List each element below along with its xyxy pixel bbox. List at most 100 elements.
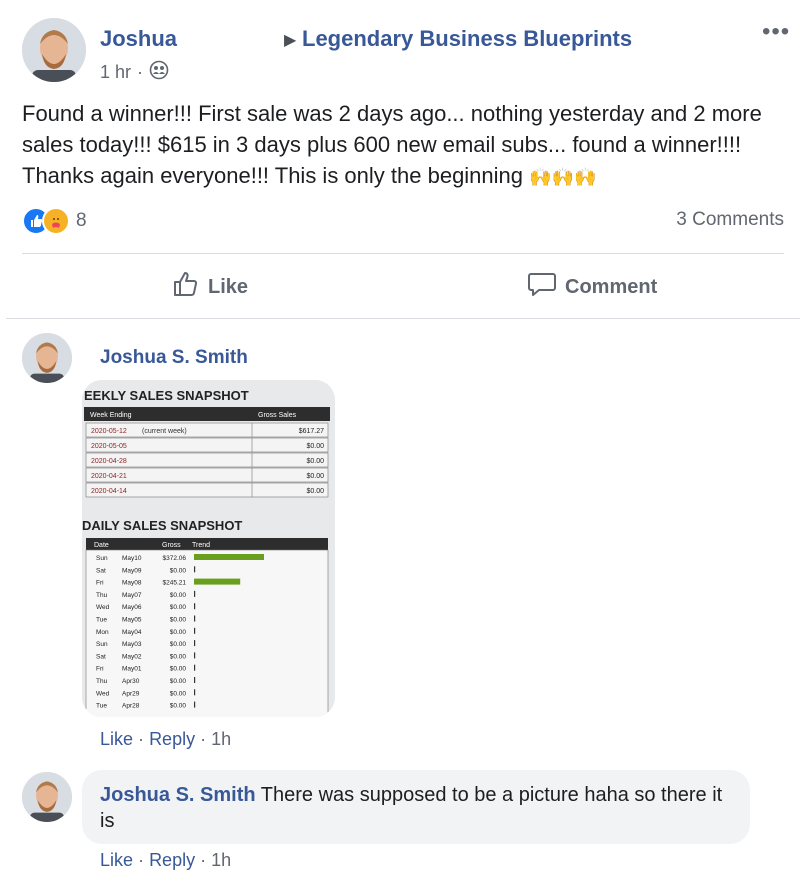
weekly-value: $617.27 [299, 428, 324, 435]
comment-time[interactable]: 1h [211, 729, 231, 749]
weekly-value: $0.00 [306, 443, 324, 450]
like-button[interactable]: Like [172, 270, 248, 304]
daily-trend-bar [194, 652, 196, 659]
daily-date: Apr30 [122, 678, 140, 685]
daily-gross: $372.06 [163, 555, 187, 562]
comment-actions-1: Like · Reply · 1h [100, 729, 231, 750]
comment-actions-2: Like · Reply · 1h [100, 850, 231, 871]
post-meta: 1 hr · [100, 60, 169, 85]
group-audience-icon [149, 60, 169, 85]
comment-reply-link[interactable]: Reply [149, 729, 195, 749]
daily-date: May09 [122, 567, 142, 574]
comment-action-separator: · [138, 729, 145, 749]
daily-date: May01 [122, 666, 142, 673]
more-options-icon[interactable]: ••• [762, 18, 790, 46]
daily-trend-bar [194, 554, 264, 560]
reaction-count: 8 [76, 210, 87, 231]
weekly-date: 2020-04-14 [91, 488, 127, 495]
daily-trend-bar [194, 603, 196, 610]
daily-gross: $0.00 [170, 703, 187, 710]
comment-like-link[interactable]: Like [100, 850, 133, 870]
comment-action-separator: · [138, 850, 145, 870]
weekly-value: $0.00 [306, 473, 324, 480]
author-avatar[interactable] [22, 18, 86, 82]
divider-top [22, 253, 784, 254]
comment-time[interactable]: 1h [211, 850, 231, 870]
daily-trend-bar [194, 590, 196, 597]
daily-gross: $0.00 [170, 592, 187, 599]
weekly-date: 2020-04-21 [91, 473, 127, 480]
post-text: Found a winner!!! First sale was 2 days … [22, 98, 792, 193]
weekly-date: 2020-05-12 [91, 428, 127, 435]
daily-day: Fri [96, 580, 104, 587]
daily-gross: $245.21 [163, 580, 187, 587]
daily-title: DAILY SALES SNAPSHOT [82, 518, 242, 533]
daily-date: May10 [122, 555, 142, 562]
weekly-note: (current week) [142, 428, 187, 435]
daily-trend-bar [194, 566, 196, 573]
comment-button[interactable]: Comment [527, 270, 657, 304]
post-author[interactable]: Joshua [100, 26, 177, 52]
thumbs-up-icon [172, 270, 200, 304]
comment-label: Comment [565, 275, 658, 298]
comment-author[interactable]: Joshua S. Smith [100, 784, 256, 806]
daily-day: Sat [96, 567, 106, 574]
comment-bubble: Joshua S. Smith There was supposed to be… [82, 770, 750, 844]
daily-trend-bar [194, 664, 196, 671]
comment-action-separator: · [200, 850, 207, 870]
reaction-summary[interactable]: 8 [22, 207, 87, 235]
daily-trend-bar [194, 677, 196, 683]
daily-day: Fri [96, 666, 104, 673]
daily-date: Apr29 [122, 690, 140, 697]
comment-action-separator: · [200, 729, 207, 749]
commenter-avatar[interactable] [22, 333, 72, 383]
daily-day: Wed [96, 690, 110, 697]
daily-header-date: Date [94, 542, 109, 549]
daily-trend-bar [194, 701, 196, 708]
daily-date: May05 [122, 617, 142, 624]
daily-date: May04 [122, 629, 142, 636]
commenter-avatar[interactable] [22, 772, 72, 822]
comments-count[interactable]: 3 Comments [676, 209, 784, 231]
comment-author[interactable]: Joshua S. Smith [100, 347, 248, 369]
daily-gross: $0.00 [170, 617, 187, 624]
daily-day: Sat [96, 653, 106, 660]
comment-bubble-icon [527, 270, 557, 304]
group-arrow-icon: ▶ [284, 32, 297, 49]
weekly-value: $0.00 [306, 458, 324, 465]
daily-day: Thu [96, 592, 108, 599]
daily-header-gross: Gross [162, 542, 181, 549]
daily-trend-bar [194, 640, 196, 647]
raised-hands-emoji: 🙌🙌🙌 [529, 167, 597, 187]
post-time[interactable]: 1 hr [100, 62, 131, 83]
daily-date: May06 [122, 604, 142, 611]
daily-gross: $0.00 [170, 604, 187, 611]
daily-date: May02 [122, 653, 142, 660]
daily-gross: $0.00 [170, 641, 187, 648]
daily-day: Sun [96, 555, 108, 562]
daily-day: Tue [96, 617, 107, 624]
daily-day: Tue [96, 703, 107, 710]
like-label: Like [208, 275, 249, 298]
weekly-value: $0.00 [306, 488, 324, 495]
daily-gross: $0.00 [170, 629, 187, 636]
daily-trend-bar [194, 578, 241, 585]
weekly-title: EEKLY SALES SNAPSHOT [84, 388, 249, 403]
daily-day: Sun [96, 641, 108, 648]
daily-trend-bar [194, 627, 196, 634]
weekly-header-date: Week Ending [90, 412, 132, 419]
daily-day: Wed [96, 604, 110, 611]
daily-trend-bar [194, 615, 196, 622]
daily-day: Thu [96, 678, 108, 685]
sales-snapshot-photo[interactable]: EEKLY SALES SNAPSHOT Week Ending Gross S… [82, 380, 335, 717]
weekly-header-gross: Gross Sales [258, 412, 297, 419]
daily-date: May03 [122, 641, 142, 648]
comment-like-link[interactable]: Like [100, 729, 133, 749]
comment-reply-link[interactable]: Reply [149, 850, 195, 870]
group-name[interactable]: Legendary Business Blueprints [302, 26, 632, 52]
meta-separator: · [137, 62, 144, 82]
weekly-date: 2020-04-28 [91, 458, 127, 465]
daily-date: Apr28 [122, 703, 140, 710]
daily-gross: $0.00 [170, 567, 187, 574]
daily-trend-bar [194, 689, 196, 696]
